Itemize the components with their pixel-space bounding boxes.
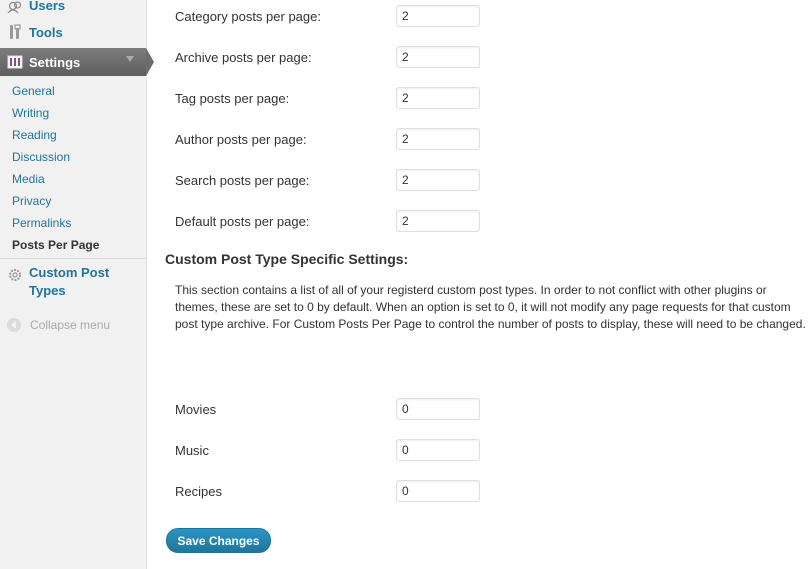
chevron-down-icon[interactable] xyxy=(126,56,134,62)
tag-posts-label: Tag posts per page: xyxy=(175,91,290,106)
category-posts-label: Category posts per page: xyxy=(175,9,321,24)
author-posts-label: Author posts per page: xyxy=(175,132,307,147)
menu-tools-label: Tools xyxy=(29,24,63,40)
setting-row-music: Music xyxy=(175,439,495,463)
menu-custom-post-types[interactable]: Custom Post Types xyxy=(0,264,146,300)
recipes-label: Recipes xyxy=(175,484,222,499)
collapse-menu-label: Collapse menu xyxy=(30,318,111,332)
submenu-item-general[interactable]: General xyxy=(0,80,146,102)
collapse-menu-button[interactable]: Collapse menu xyxy=(0,315,146,335)
setting-row-archive: Archive posts per page: xyxy=(175,46,495,70)
gear-icon xyxy=(9,269,21,281)
search-posts-label: Search posts per page: xyxy=(175,173,310,188)
setting-row-movies: Movies xyxy=(175,398,495,422)
submenu-item-writing[interactable]: Writing xyxy=(0,102,146,124)
setting-row-tag: Tag posts per page: xyxy=(175,87,495,111)
music-label: Music xyxy=(175,443,209,458)
admin-sidebar: Users Tools Settings General Writing Rea… xyxy=(0,0,154,569)
active-menu-pointer xyxy=(146,48,154,76)
submenu-item-reading[interactable]: Reading xyxy=(0,124,146,146)
submenu-item-privacy[interactable]: Privacy xyxy=(0,190,146,212)
submenu-item-discussion[interactable]: Discussion xyxy=(0,146,146,168)
tools-icon xyxy=(10,24,21,39)
submenu-item-permalinks[interactable]: Permalinks xyxy=(0,212,146,234)
category-posts-input[interactable] xyxy=(396,5,480,27)
setting-row-default: Default posts per page: xyxy=(175,210,495,234)
author-posts-input[interactable] xyxy=(396,128,480,150)
search-posts-input[interactable] xyxy=(396,169,480,191)
menu-settings-label: Settings xyxy=(29,54,81,70)
setting-row-author: Author posts per page: xyxy=(175,128,495,152)
custom-post-type-description: This section contains a list of all of y… xyxy=(175,283,806,331)
tag-posts-input[interactable] xyxy=(396,87,480,109)
menu-settings[interactable]: Settings xyxy=(0,48,154,76)
recipes-input[interactable] xyxy=(396,480,480,502)
music-input[interactable] xyxy=(396,439,480,461)
submenu-item-posts-per-page[interactable]: Posts Per Page xyxy=(0,234,146,256)
collapse-arrow-icon xyxy=(7,318,21,332)
menu-custom-post-types-label: Custom Post Types xyxy=(29,265,110,298)
movies-input[interactable] xyxy=(396,398,480,420)
default-posts-input[interactable] xyxy=(396,210,480,232)
menu-users[interactable]: Users xyxy=(0,0,146,18)
settings-icon xyxy=(7,55,23,69)
menu-users-label: Users xyxy=(29,0,66,13)
default-posts-label: Default posts per page: xyxy=(175,214,310,229)
archive-posts-label: Archive posts per page: xyxy=(175,50,312,65)
save-changes-button[interactable]: Save Changes xyxy=(166,528,271,553)
settings-submenu: General Writing Reading Discussion Media… xyxy=(0,80,146,256)
submenu-item-media[interactable]: Media xyxy=(0,168,146,190)
movies-label: Movies xyxy=(175,402,217,417)
setting-row-category: Category posts per page: xyxy=(175,5,495,29)
menu-tools[interactable]: Tools xyxy=(0,19,146,45)
users-icon xyxy=(7,1,22,13)
custom-post-type-heading: Custom Post Type Specific Settings: xyxy=(165,251,409,267)
setting-row-recipes: Recipes xyxy=(175,480,495,504)
setting-row-search: Search posts per page: xyxy=(175,169,495,193)
menu-divider xyxy=(0,258,146,259)
archive-posts-input[interactable] xyxy=(396,46,480,68)
